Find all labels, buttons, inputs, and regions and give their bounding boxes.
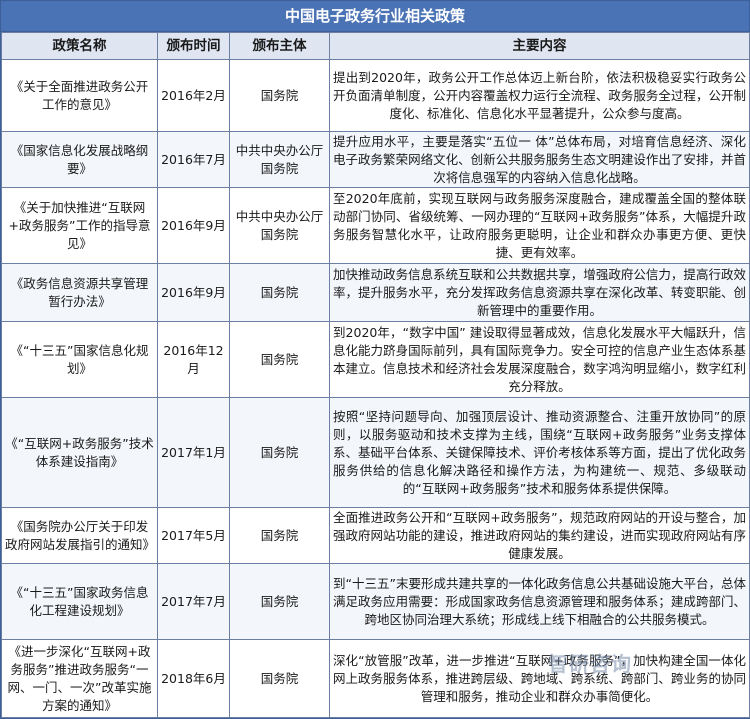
main-content-cell: 到“十三五”末要形成共建共享的一体化政务信息公共基础设施大平台，总体满足政务应用… bbox=[329, 563, 750, 640]
policy-name-cell: 《政务信息资源共享管理暂行办法》 bbox=[1, 263, 158, 322]
table-row: 《国务院办公厅关于印发政府网站发展指引的通知》 2017年5月 国务院 全面推进… bbox=[1, 507, 750, 564]
issue-date-cell: 2017年7月 bbox=[157, 563, 230, 640]
table-row: 《政务信息资源共享管理暂行办法》 2016年9月 国务院 加快推动政务信息系统互… bbox=[1, 263, 750, 322]
main-content-cell: 全面推进政务公开和“互联网+政务服务”，规范政府网站的开设与整合，加强政府网站功… bbox=[329, 507, 750, 564]
issue-date-cell: 2016年12月 bbox=[157, 321, 230, 398]
issuer-cell: 国务院 bbox=[229, 563, 330, 640]
issue-date-cell: 2017年5月 bbox=[157, 507, 230, 564]
main-content-cell: 按照“坚持问题导向、加强顶层设计、推动资源整合、注重开放协同”的原则，以服务驱动… bbox=[329, 397, 750, 508]
issuer-cell: 国务院 bbox=[229, 507, 330, 564]
table-row: 《“互联网+政务服务”技术体系建设指南》 2017年1月 国务院 按照“坚持问题… bbox=[1, 397, 750, 508]
issuer-cell: 国务院 bbox=[229, 59, 330, 132]
main-content-cell: 深化“放管服”改革，进一步推进“互联网+政务服务”，加快构建全国一体化网上政务服… bbox=[329, 639, 750, 718]
policy-name-cell: 《“互联网+政务服务”技术体系建设指南》 bbox=[1, 397, 158, 508]
policy-name-cell: 《关于全面推进政务公开工作的意见》 bbox=[1, 59, 158, 132]
policy-table-figure: 中国电子政务行业相关政策 政策名称 颁布时间 颁布主体 主要内容 《关于全面推进… bbox=[0, 0, 750, 719]
policy-name-cell: 《“十三五”国家信息化规划》 bbox=[1, 321, 158, 398]
main-content-cell: 加快推动政务信息系统互联和公共数据共享，增强政府公信力，提高行政效率，提升服务水… bbox=[329, 263, 750, 322]
issue-date-cell: 2018年6月 bbox=[157, 639, 230, 718]
issuer-cell: 国务院 bbox=[229, 263, 330, 322]
policy-name-cell: 《“十三五”国家政务信息化工程建设规划》 bbox=[1, 563, 158, 640]
issuer-cell: 中共中央办公厅国务院 bbox=[229, 187, 330, 264]
issuer-cell: 国务院 bbox=[229, 639, 330, 718]
issuer-cell: 中共中央办公厅国务院 bbox=[229, 131, 330, 188]
issuer-cell: 国务院 bbox=[229, 397, 330, 508]
main-content-cell: 提升应用水平，主要是落实“五位一 体”总体布局，对培育信息经济、深化电子政务繁荣… bbox=[329, 131, 750, 188]
header-policy-name: 政策名称 bbox=[1, 32, 158, 60]
issue-date-cell: 2016年9月 bbox=[157, 187, 230, 264]
issue-date-cell: 2016年9月 bbox=[157, 263, 230, 322]
policy-table: 政策名称 颁布时间 颁布主体 主要内容 《关于全面推进政务公开工作的意见》 20… bbox=[1, 32, 750, 718]
table-row: 《“十三五”国家信息化规划》 2016年12月 国务院 到2020年，“数字中国… bbox=[1, 321, 750, 398]
issue-date-cell: 2016年7月 bbox=[157, 131, 230, 188]
table-row: 《关于全面推进政务公开工作的意见》 2016年2月 国务院 提出到2020年，政… bbox=[1, 59, 750, 132]
table-row: 《国家信息化发展战略纲要》 2016年7月 中共中央办公厅国务院 提升应用水平，… bbox=[1, 131, 750, 188]
table-title: 中国电子政务行业相关政策 bbox=[1, 1, 749, 32]
issuer-cell: 国务院 bbox=[229, 321, 330, 398]
policy-name-cell: 《国务院办公厅关于印发政府网站发展指引的通知》 bbox=[1, 507, 158, 564]
header-row: 政策名称 颁布时间 颁布主体 主要内容 bbox=[1, 32, 750, 60]
main-content-cell: 至2020年底前，实现互联网与政务服务深度融合，建成覆盖全国的整体联动部门协同、… bbox=[329, 187, 750, 264]
policy-name-cell: 《国家信息化发展战略纲要》 bbox=[1, 131, 158, 188]
header-issue-date: 颁布时间 bbox=[157, 32, 230, 60]
policy-name-cell: 《进一步深化“互联网+政务服务”推进政务服务“一网、一门、一次”改革实施方案的通… bbox=[1, 639, 158, 718]
header-main-content: 主要内容 bbox=[329, 32, 750, 60]
table-row: 《进一步深化“互联网+政务服务”推进政务服务“一网、一门、一次”改革实施方案的通… bbox=[1, 639, 750, 718]
policy-name-cell: 《关于加快推进“互联网+政务服务”工作的指导意见》 bbox=[1, 187, 158, 264]
main-content-cell: 到2020年，“数字中国” 建设取得显著成效，信息化发展水平大幅跃升，信息化能力… bbox=[329, 321, 750, 398]
table-row: 《关于加快推进“互联网+政务服务”工作的指导意见》 2016年9月 中共中央办公… bbox=[1, 187, 750, 264]
main-content-cell: 提出到2020年，政务公开工作总体迈上新台阶，依法积极稳妥实行政务公开负面清单制… bbox=[329, 59, 750, 132]
issue-date-cell: 2017年1月 bbox=[157, 397, 230, 508]
issue-date-cell: 2016年2月 bbox=[157, 59, 230, 132]
table-row: 《“十三五”国家政务信息化工程建设规划》 2017年7月 国务院 到“十三五”末… bbox=[1, 563, 750, 640]
header-issuer: 颁布主体 bbox=[229, 32, 330, 60]
